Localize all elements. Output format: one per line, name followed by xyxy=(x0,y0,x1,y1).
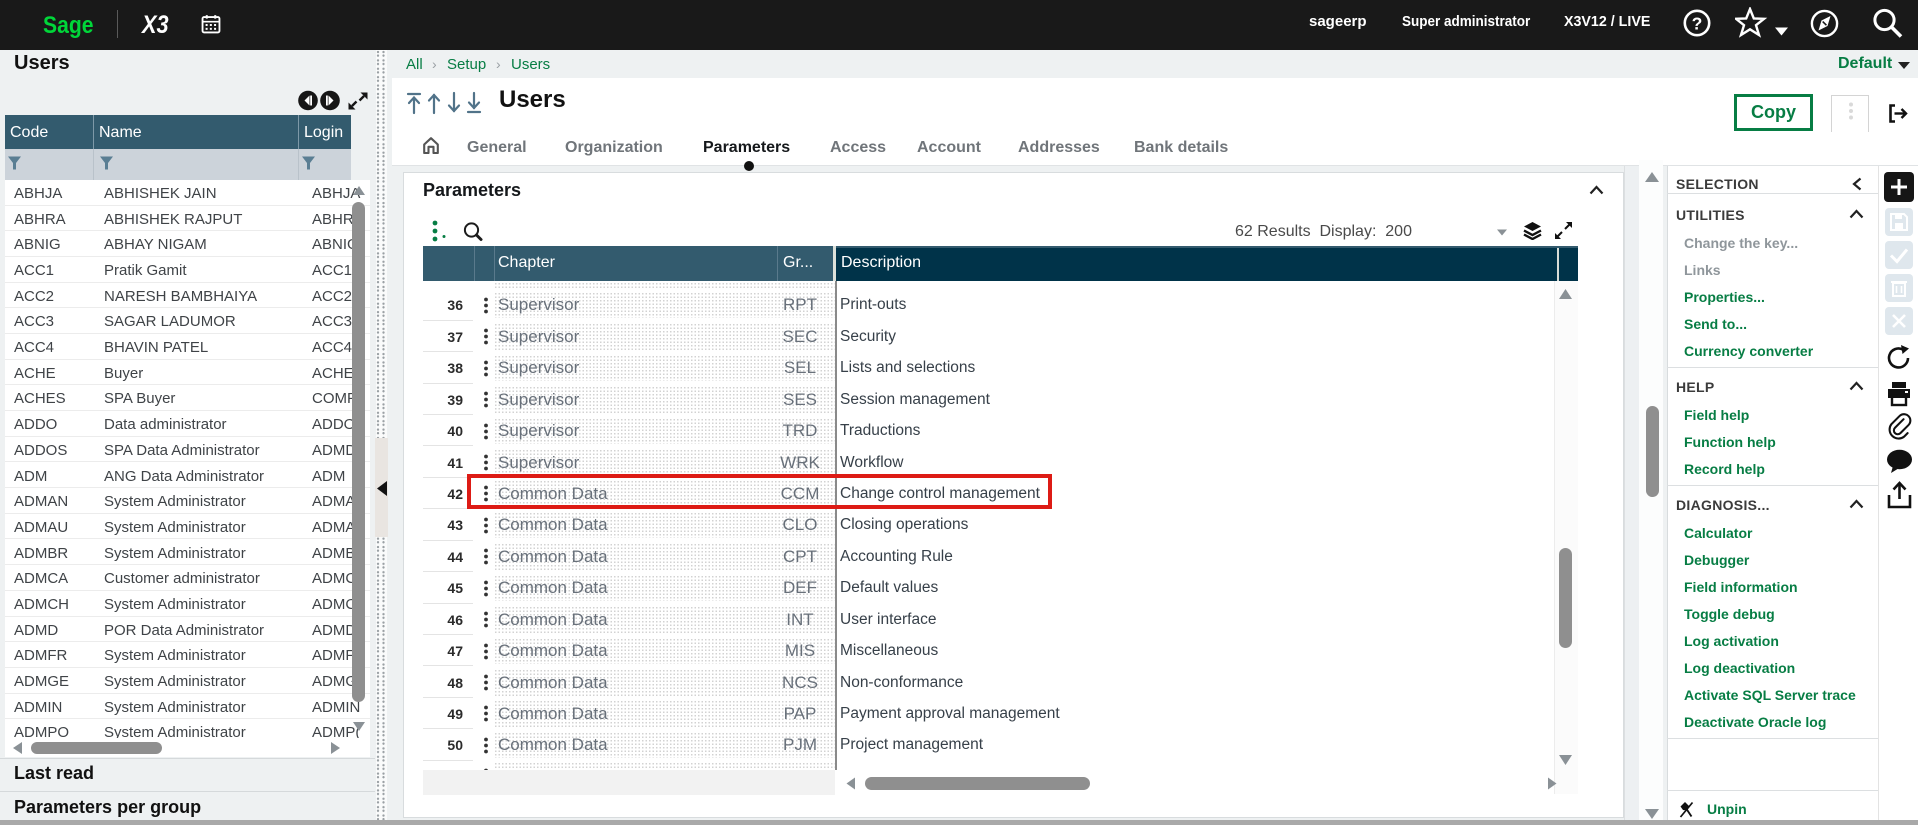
svg-text:Sage: Sage xyxy=(43,12,93,39)
svg-text:?: ? xyxy=(1692,14,1703,34)
